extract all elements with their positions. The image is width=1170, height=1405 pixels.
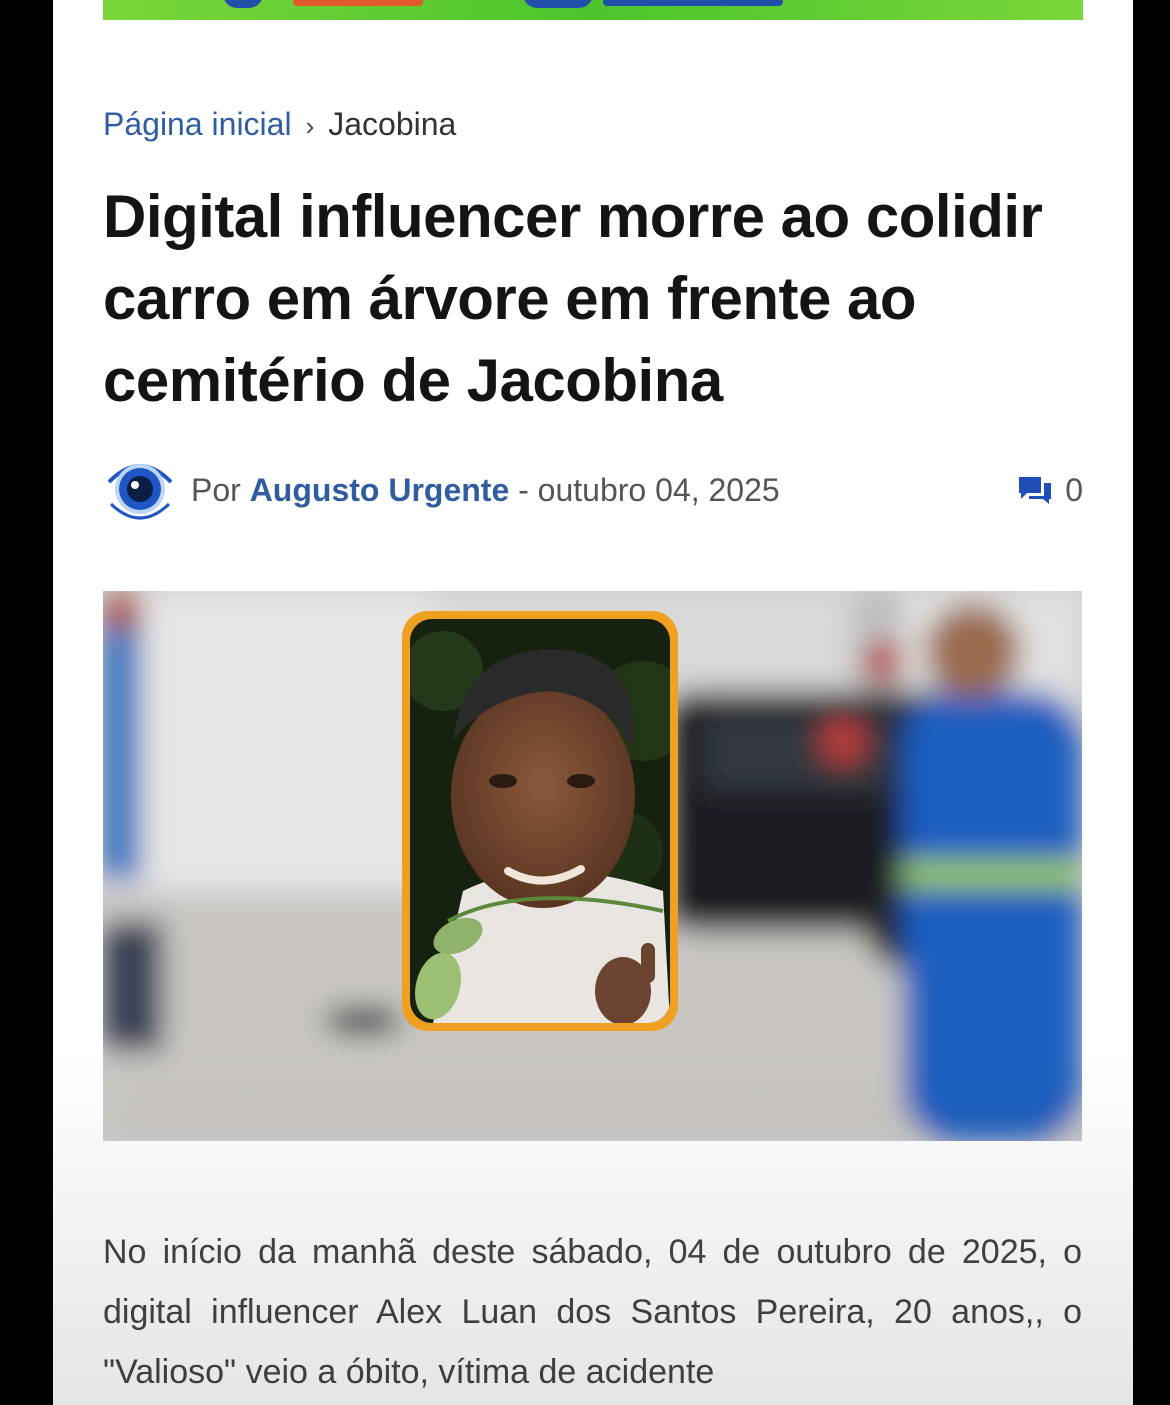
author-avatar[interactable]	[103, 452, 177, 526]
eye-logo-icon	[105, 454, 175, 524]
comments-icon	[1019, 477, 1052, 504]
article-page: Página inicial › Jacobina Digital influenc…	[53, 0, 1133, 1405]
article-meta: Por Augusto Urgente - outubro 04, 2025 0	[103, 452, 1083, 528]
article-title: Digital influencer morre ao colidir carr…	[103, 183, 1043, 414]
banner-logo-fragment-2	[523, 0, 593, 8]
top-ad-banner[interactable]	[103, 0, 1083, 20]
article-hero-image[interactable]	[103, 591, 1082, 1141]
byline-prefix: Por	[191, 472, 241, 508]
comment-count: 0	[1065, 472, 1083, 508]
byline: Por Augusto Urgente - outubro 04, 2025	[191, 470, 780, 510]
publish-date: outubro 04, 2025	[537, 472, 780, 508]
banner-logo-fragment	[223, 0, 263, 8]
breadcrumb-home-link[interactable]: Página inicial	[103, 106, 292, 142]
chevron-right-icon: ›	[305, 111, 315, 141]
accident-scene-photo	[103, 591, 1082, 1141]
byline-separator: -	[518, 472, 529, 508]
comments-link[interactable]: 0	[1017, 470, 1083, 510]
breadcrumb-category-link[interactable]: Jacobina	[328, 106, 456, 142]
banner-text-fragment	[293, 0, 423, 6]
article-body-paragraph: No início da manhã deste sábado, 04 de o…	[103, 1233, 1082, 1391]
banner-text-fragment-2	[603, 0, 783, 6]
breadcrumb: Página inicial › Jacobina	[103, 104, 456, 146]
author-link[interactable]: Augusto Urgente	[250, 472, 510, 508]
